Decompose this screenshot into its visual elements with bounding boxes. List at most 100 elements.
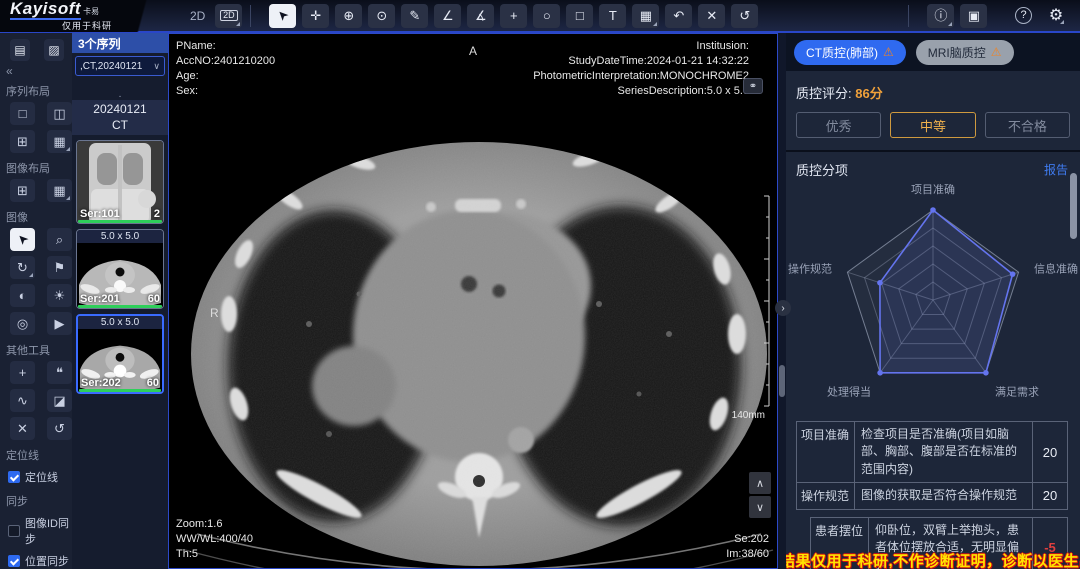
main-image-viewport[interactable]: PName: AccNO:2401210200 Age: Sex: Instit… bbox=[168, 33, 778, 569]
series-1x2-button[interactable]: ◫ bbox=[47, 102, 72, 125]
radar-data-point bbox=[930, 207, 936, 213]
target-button[interactable]: ◎ bbox=[10, 312, 35, 335]
pacs-application: Kayisoft 卡易 仅用于科研 2D 2D ➤✛⊕⊙✎∠∡+○□T▦↶✕↺ … bbox=[0, 0, 1080, 569]
window-level-button[interactable]: ⊙ bbox=[368, 4, 395, 28]
series-thumbnail-202[interactable]: 5.0 x 5.0 Ser:202 60 bbox=[76, 314, 164, 394]
series-2x2-button[interactable]: ⊞ bbox=[10, 130, 35, 153]
magnify-button[interactable]: ⌕ bbox=[47, 228, 72, 251]
image-2x2-button[interactable]: ⊞ bbox=[10, 179, 35, 202]
close-button[interactable]: ✕ bbox=[10, 417, 35, 440]
curve-icon: ∿ bbox=[17, 394, 28, 407]
text-annotation-icon: T bbox=[609, 9, 617, 22]
probe-icon: + bbox=[510, 9, 518, 22]
add-icon: + bbox=[19, 366, 27, 379]
top-toolbar: Kayisoft 卡易 仅用于科研 2D 2D ➤✛⊕⊙✎∠∡+○□T▦↶✕↺ … bbox=[0, 0, 1080, 33]
sidebar-collapse-button[interactable]: « bbox=[0, 63, 72, 78]
orientation-right-label: R bbox=[210, 306, 219, 320]
rotate-icon: ↻ bbox=[17, 261, 28, 274]
curve-button[interactable]: ∿ bbox=[10, 389, 35, 412]
link-series-button[interactable]: ⚭ bbox=[743, 78, 763, 94]
image-tools-buttons: ➤ ⌕ ↻ ⚑ ◐ ☀ ◎ ▶ bbox=[0, 228, 72, 337]
sync-checkbox[interactable] bbox=[8, 555, 20, 567]
reset-button[interactable]: ↺ bbox=[731, 4, 758, 28]
qc-score-value: 86分 bbox=[855, 86, 882, 101]
locator-checkbox[interactable] bbox=[8, 471, 20, 483]
grade-excellent-button[interactable]: 优秀 bbox=[796, 112, 881, 138]
qc-row-项目准确: 项目准确检查项目是否准确(项目如脑部、胸部、腹部是否在标准的范围内容)20 bbox=[797, 422, 1067, 483]
view-2d-button[interactable]: 2D bbox=[215, 4, 242, 28]
thumb-load-progress bbox=[78, 305, 162, 308]
cine-play-button[interactable]: ▶ bbox=[47, 312, 72, 335]
sync-item-0[interactable]: 图像ID同步 bbox=[0, 512, 72, 550]
scroll-up-button[interactable]: ∧ bbox=[749, 472, 771, 494]
brand-logo: Kayisoft 卡易 仅用于科研 bbox=[0, 0, 178, 32]
text-annotation-button[interactable]: T bbox=[599, 4, 626, 28]
series-3x3-button[interactable]: ▦ bbox=[47, 130, 72, 153]
zoom-in-button[interactable]: ⊕ bbox=[335, 4, 362, 28]
scroll-down-button[interactable]: ∨ bbox=[749, 496, 771, 518]
qc-score-table: 项目准确检查项目是否准确(项目如脑部、胸部、腹部是否在标准的范围内容)20操作规… bbox=[796, 421, 1068, 510]
thickness-value: Th:5 bbox=[176, 547, 253, 562]
settings-button[interactable]: ⚙ bbox=[1046, 6, 1066, 26]
rotate-button[interactable]: ↻ bbox=[10, 256, 35, 279]
eraser-button[interactable]: ◪ bbox=[47, 389, 72, 412]
qc-scrollbar-thumb[interactable] bbox=[1070, 173, 1077, 239]
study-select-dropdown[interactable]: ,CT,20240121 ∨ bbox=[75, 56, 165, 76]
report-info-icon: ⓘ bbox=[934, 9, 947, 22]
qc-panel-toggle[interactable]: › bbox=[775, 300, 791, 316]
tab-mri-qc[interactable]: MRI脑质控 ⚠ bbox=[916, 40, 1014, 65]
save-button[interactable]: ▣ bbox=[960, 4, 987, 28]
tab-ct-qc[interactable]: CT质控(肺部) ⚠ bbox=[794, 40, 906, 65]
chevron-down-icon: ∨ bbox=[153, 61, 160, 72]
sidebar-groups: 序列布局□◫⊞▦图像布局⊞▦图像➤⌕↻⚑◐☀◎▶其他工具+❝∿◪✕↺ bbox=[0, 78, 72, 442]
gutter-scrollbar-thumb[interactable] bbox=[779, 365, 785, 397]
report-link[interactable]: 报告 bbox=[1044, 161, 1068, 178]
brightness-icon: ☀ bbox=[54, 289, 66, 302]
measure-line-button[interactable]: ✎ bbox=[401, 4, 428, 28]
series-thumbnail-201[interactable]: 5.0 x 5.0 Ser:201 60 bbox=[76, 229, 164, 309]
hanging-protocol-button[interactable]: ▨ bbox=[44, 39, 64, 61]
worklist-button[interactable]: ▤ bbox=[10, 39, 30, 61]
series-1x1-button[interactable]: □ bbox=[10, 102, 35, 125]
delete-annotation-button[interactable]: ✕ bbox=[698, 4, 725, 28]
qc-row-desc: 检查项目是否准确(项目如脑部、胸部、腹部是否在标准的范围内容) bbox=[855, 422, 1033, 482]
report-info-button[interactable]: ⓘ bbox=[927, 4, 954, 28]
series-thumbnail-101[interactable]: Ser:101 2 bbox=[76, 140, 164, 224]
ellipse-roi-button[interactable]: ○ bbox=[533, 4, 560, 28]
magnify-icon: ⌕ bbox=[56, 233, 63, 246]
flag-icon: ⚑ bbox=[54, 261, 66, 274]
restore-button[interactable]: ↺ bbox=[47, 417, 72, 440]
cobb-angle-button[interactable]: ∡ bbox=[467, 4, 494, 28]
sync-item-1[interactable]: 位置同步 bbox=[0, 550, 72, 569]
sync-checkboxes: 图像ID同步位置同步手动同步缩放/平移窗宽窗位 bbox=[0, 512, 72, 569]
qc-score-row: 质控评分: 86分 bbox=[786, 71, 1080, 102]
delete-annotation-icon: ✕ bbox=[706, 9, 717, 22]
invert-button[interactable]: ◐ bbox=[10, 284, 35, 307]
image-layout-buttons: ⊞▦ bbox=[0, 179, 72, 204]
add-button[interactable]: + bbox=[10, 361, 35, 384]
brightness-button[interactable]: ☀ bbox=[47, 284, 72, 307]
view-params-overlay: Zoom:1.6 WW/WL:400/40 Th:5 bbox=[176, 517, 253, 562]
radar-data-point bbox=[983, 370, 989, 376]
series-layout-buttons: □ ◫ ⊞ ▦ bbox=[0, 102, 72, 155]
layout-grid-button[interactable]: ▦ bbox=[632, 4, 659, 28]
toolbar-separator-2 bbox=[908, 5, 909, 27]
flag-button[interactable]: ⚑ bbox=[47, 256, 72, 279]
undo-button[interactable]: ↶ bbox=[665, 4, 692, 28]
pan-icon: ✛ bbox=[310, 9, 321, 22]
help-button[interactable]: ? bbox=[1015, 7, 1032, 24]
image-3x3-button[interactable]: ▦ bbox=[47, 179, 72, 202]
angle-button[interactable]: ∠ bbox=[434, 4, 461, 28]
grade-medium-button[interactable]: 中等 bbox=[890, 112, 975, 138]
comment-button[interactable]: ❝ bbox=[47, 361, 72, 384]
patient-info-overlay: PName: AccNO:2401210200 Age: Sex: bbox=[176, 39, 275, 98]
grade-fail-button[interactable]: 不合格 bbox=[985, 112, 1070, 138]
cursor-button[interactable]: ➤ bbox=[10, 228, 35, 251]
locator-item-0[interactable]: 定位线 bbox=[0, 466, 72, 488]
cursor-button[interactable]: ➤ bbox=[269, 4, 296, 28]
reset-icon: ↺ bbox=[739, 9, 750, 22]
rect-roi-button[interactable]: □ bbox=[566, 4, 593, 28]
sync-checkbox[interactable] bbox=[8, 525, 20, 537]
probe-button[interactable]: + bbox=[500, 4, 527, 28]
pan-button[interactable]: ✛ bbox=[302, 4, 329, 28]
